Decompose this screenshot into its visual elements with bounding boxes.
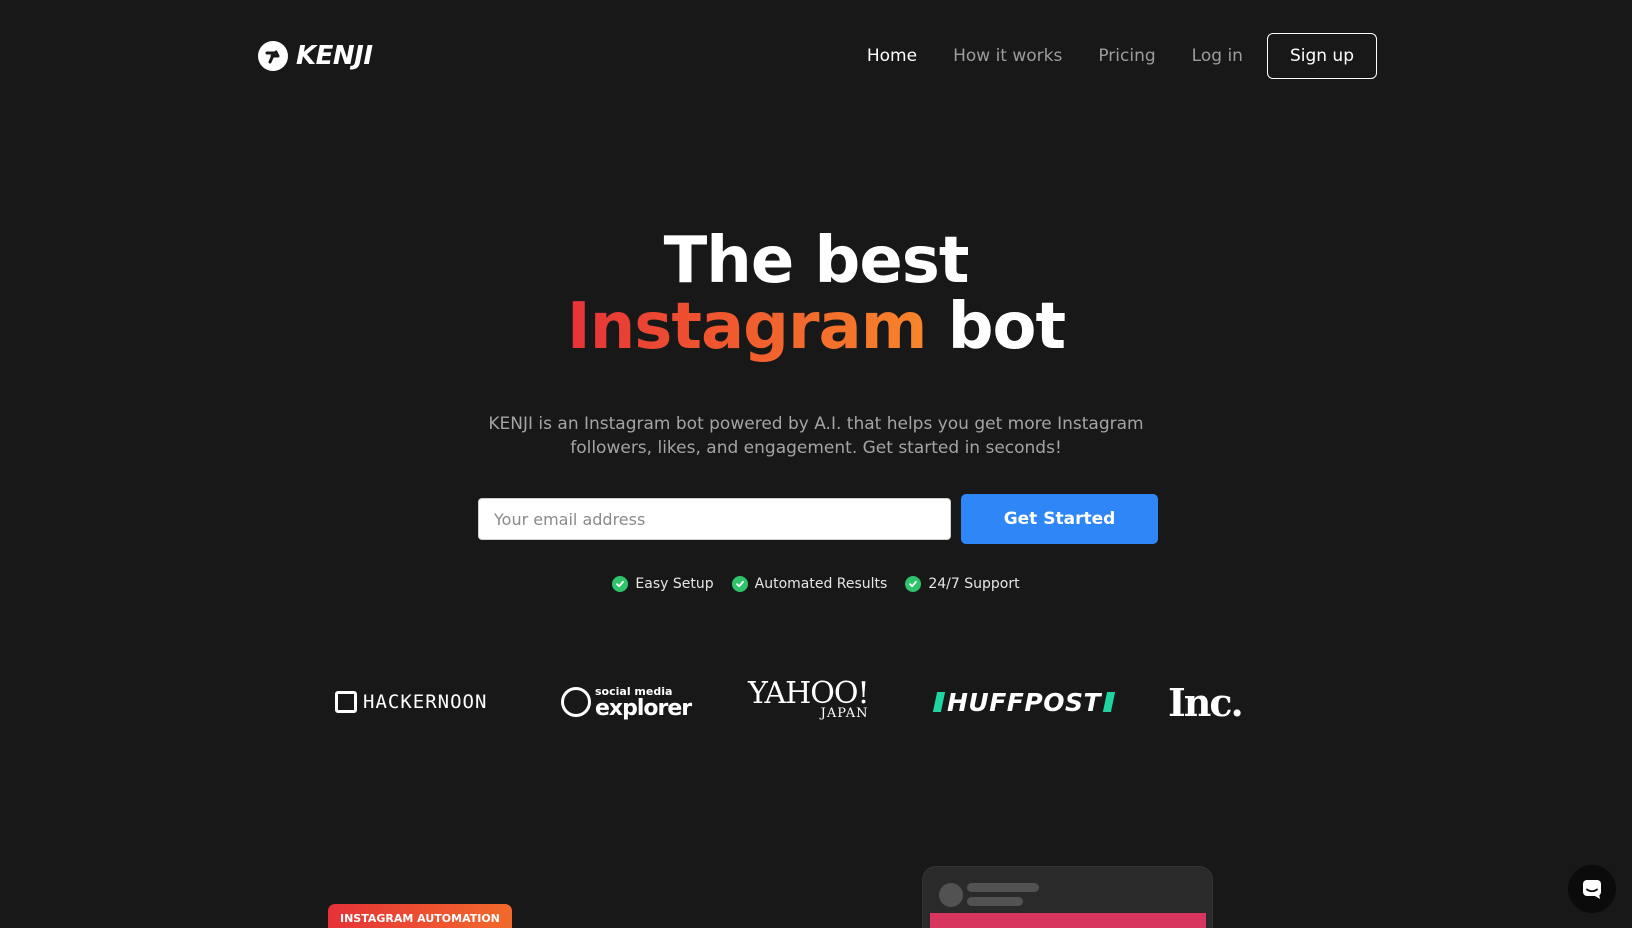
hero-title-highlight: Instagram xyxy=(566,290,927,364)
sme-big-text: explorer xyxy=(595,696,692,721)
site-header: KENJI Home How it works Pricing Log in S… xyxy=(0,0,1632,112)
inc-logo: Inc. xyxy=(1168,679,1244,725)
post-image xyxy=(930,913,1206,928)
brand-name: KENJI xyxy=(296,41,373,71)
feature-item: Automated Results xyxy=(731,573,888,595)
nav-how-it-works[interactable]: How it works xyxy=(953,46,1062,66)
hero-title-rest: bot xyxy=(947,290,1066,364)
feature-label: 24/7 Support xyxy=(928,576,1020,592)
feature-label: Automated Results xyxy=(754,576,888,592)
check-circle-icon xyxy=(731,576,748,592)
social-media-explorer-logo: social media explorer xyxy=(561,680,692,724)
feature-label: Easy Setup xyxy=(635,576,714,592)
nav-pricing[interactable]: Pricing xyxy=(1098,46,1155,66)
chat-bubble-icon xyxy=(1583,880,1601,899)
compass-icon xyxy=(561,687,591,717)
yahoo-japan-text: JAPAN xyxy=(820,706,869,721)
huffpost-wordmark: HUFFPOST xyxy=(947,687,1102,717)
hackernoon-mark-icon xyxy=(335,691,357,713)
nav-login[interactable]: Log in xyxy=(1192,46,1243,66)
page: KENJI Home How it works Pricing Log in S… xyxy=(0,0,1632,928)
huffpost-logo: HUFFPOST xyxy=(932,680,1116,724)
check-circle-icon xyxy=(905,576,922,592)
check-circle-icon xyxy=(612,576,629,592)
brand-logo[interactable]: KENJI xyxy=(258,40,373,72)
hero-subtitle: KENJI is an Instagram bot powered by A.I… xyxy=(488,414,1144,458)
feature-list: Easy Setup Automated Results 24/7 Suppor… xyxy=(0,573,1632,595)
press-logos: HACKERNOON social media explorer YAHOO! … xyxy=(0,676,1632,725)
username-placeholder xyxy=(967,883,1039,892)
huffpost-bar-right xyxy=(1102,692,1116,712)
hackernoon-logo: HACKERNOON xyxy=(335,680,487,724)
main-nav: Home How it works Pricing Log in Sign up xyxy=(867,33,1377,79)
huffpost-bar-left xyxy=(932,692,946,712)
hero-title-line1: The best xyxy=(663,224,970,298)
avatar xyxy=(939,883,963,907)
yahoo-wordmark: YAHOO! xyxy=(748,676,870,711)
hackernoon-wordmark: HACKERNOON xyxy=(363,691,488,713)
section-badge: INSTAGRAM AUTOMATION xyxy=(328,904,512,928)
kenji-logo-icon xyxy=(258,41,288,71)
hero-title: The best Instagram bot xyxy=(0,228,1632,360)
yahoo-japan-logo: YAHOO! JAPAN xyxy=(748,676,870,724)
subtitle-placeholder xyxy=(967,897,1023,906)
instagram-post-mockup xyxy=(922,866,1213,928)
inc-wordmark: Inc. xyxy=(1168,679,1244,725)
sme-wordmark: social media explorer xyxy=(595,685,692,721)
signup-button[interactable]: Sign up xyxy=(1266,33,1377,79)
get-started-button[interactable]: Get Started xyxy=(961,494,1158,544)
feature-item: 24/7 Support xyxy=(905,573,1020,595)
chat-widget-button[interactable] xyxy=(1568,865,1616,913)
feature-item: Easy Setup xyxy=(612,573,714,595)
email-input[interactable] xyxy=(478,498,951,540)
nav-home[interactable]: Home xyxy=(867,46,917,66)
